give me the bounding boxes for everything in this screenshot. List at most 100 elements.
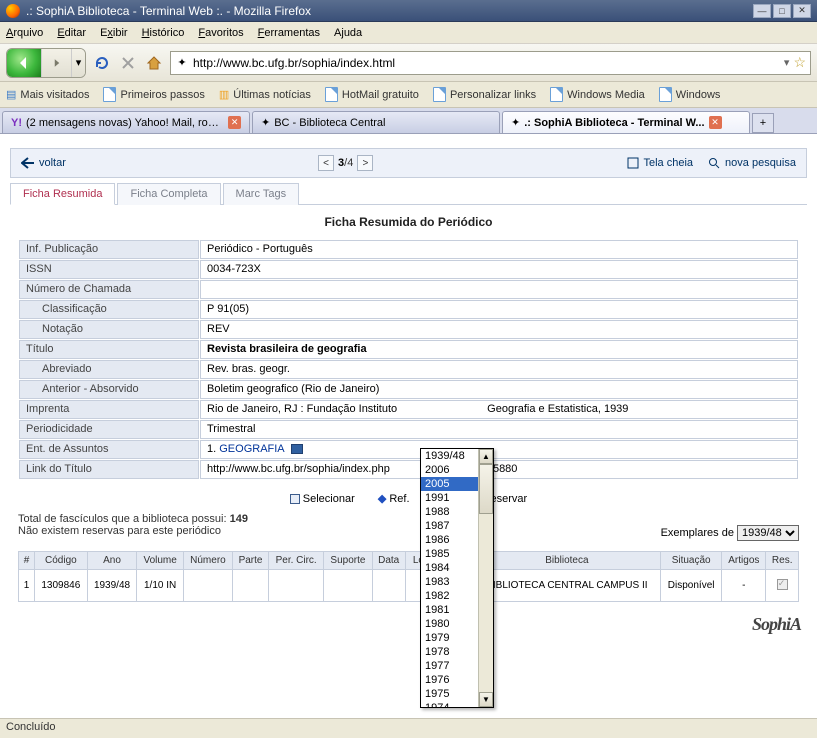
scrollbar[interactable]: ▲ ▼ (478, 449, 493, 707)
reserve-checkbox[interactable] (777, 579, 788, 590)
table-row: 1 1309846 1939/48 1/10 IN BIBLIOTECA CEN… (19, 570, 799, 602)
browser-tab[interactable]: ✦.: SophiA Biblioteca - Terminal W...✕ (502, 111, 750, 133)
url-bar[interactable]: ✦ ▾ ☆ (170, 51, 811, 75)
dropdown-icon[interactable]: ▾ (784, 56, 790, 69)
yahoo-icon: Y! (11, 117, 22, 129)
window-title: .: SophiA Biblioteca - Terminal Web :. -… (26, 4, 311, 18)
field-value: Boletim geografico (Rio de Janeiro) (200, 380, 798, 399)
year-select[interactable]: 1939/48 (737, 525, 799, 541)
field-label: Número de Chamada (19, 280, 199, 299)
close-icon[interactable]: ✕ (228, 116, 241, 129)
menu-item[interactable]: Arquivo (6, 27, 43, 39)
bookmark-item[interactable]: Primeiros passos (103, 87, 204, 102)
nav-combo: ▾ (6, 48, 86, 78)
browser-tab[interactable]: Y!(2 mensagens novas) Yahoo! Mail, rose.… (2, 111, 250, 133)
select-icon (290, 494, 300, 504)
col-header: Situação (661, 552, 722, 570)
bookmark-item[interactable]: Windows Media (550, 87, 645, 102)
back-arrow-icon (21, 157, 35, 169)
field-value: Trimestral (200, 420, 798, 439)
col-header: Res. (766, 552, 799, 570)
firefox-icon (6, 4, 20, 18)
field-label: Título (19, 340, 199, 359)
menu-item[interactable]: Favoritos (198, 27, 243, 39)
tab-marc-tags[interactable]: Marc Tags (223, 183, 300, 205)
stop-button[interactable] (118, 53, 138, 73)
scroll-up-button[interactable]: ▲ (479, 449, 493, 464)
bookmark-item[interactable]: Windows (659, 87, 721, 102)
reload-button[interactable] (92, 53, 112, 73)
col-header: Volume (137, 552, 184, 570)
tab-ficha-resumida[interactable]: Ficha Resumida (10, 183, 115, 205)
subject-link[interactable]: GEOGRAFIA (219, 443, 284, 455)
bookmark-item[interactable]: HotMail gratuito (325, 87, 419, 102)
bookmark-item[interactable]: ▥Últimas notícias (219, 88, 311, 101)
menu-item[interactable]: Histórico (142, 27, 185, 39)
col-header: Biblioteca (473, 552, 660, 570)
pager-next[interactable]: > (357, 155, 373, 171)
action-row: Selecionar ◆ Ref. Reservar (18, 492, 799, 505)
status-bar: Concluído (0, 718, 817, 738)
col-header: Número (183, 552, 232, 570)
minimize-button[interactable]: — (753, 4, 771, 18)
history-dropdown[interactable]: ▾ (71, 49, 85, 77)
field-value: Revista brasileira de geografia (200, 340, 798, 359)
bookmark-item[interactable]: Personalizar links (433, 87, 536, 102)
nav-toolbar: ▾ ✦ ▾ ☆ (0, 44, 817, 82)
field-value: 1. GEOGRAFIA (200, 440, 798, 459)
field-label: Anterior - Absorvido (19, 380, 199, 399)
close-button[interactable]: ✕ (793, 4, 811, 18)
year-dropdown-list[interactable]: 1939/48200620051991198819871986198519841… (420, 448, 494, 708)
col-header: # (19, 552, 35, 570)
col-header: Artigos (722, 552, 766, 570)
fullscreen-link[interactable]: Tela cheia (626, 157, 694, 169)
col-header: Suporte (324, 552, 372, 570)
field-label: Periodicidade (19, 420, 199, 439)
site-favicon: ✦ (175, 56, 189, 70)
url-input[interactable] (193, 53, 780, 73)
back-link[interactable]: voltar (21, 157, 66, 169)
field-label: ISSN (19, 260, 199, 279)
window-buttons: — □ ✕ (753, 4, 811, 18)
sophia-logo: SophiA (10, 610, 807, 639)
bookmarks-bar: ▤Mais visitados Primeiros passos ▥Última… (0, 82, 817, 108)
col-header: Parte (232, 552, 268, 570)
pager: < 3/4 > (318, 155, 373, 171)
pager-prev[interactable]: < (318, 155, 334, 171)
col-header: Código (35, 552, 88, 570)
close-icon[interactable]: ✕ (709, 116, 722, 129)
tag-icon: ◆ (378, 493, 386, 505)
scroll-thumb[interactable] (479, 464, 493, 514)
field-label: Classificação (19, 300, 199, 319)
menu-item[interactable]: Exibir (100, 27, 128, 39)
forward-button[interactable] (41, 49, 71, 77)
new-tab-button[interactable]: + (752, 113, 774, 133)
menu-item[interactable]: Ajuda (334, 27, 362, 39)
site-icon: ✦ (511, 116, 520, 129)
field-value: http://www.bc.ufg.br/sophia/index.phpia=… (200, 460, 798, 479)
bookmark-item[interactable]: ▤Mais visitados (6, 88, 89, 101)
maximize-button[interactable]: □ (773, 4, 791, 18)
field-value: Rio de Janeiro, RJ : Fundação InstitutoG… (200, 400, 798, 419)
browser-tab[interactable]: ✦BC - Biblioteca Central (252, 111, 500, 133)
book-icon[interactable] (291, 444, 303, 454)
record-heading: Ficha Resumida do Periódico (18, 215, 799, 229)
bookmark-star-icon[interactable]: ☆ (793, 54, 806, 71)
search-icon (707, 157, 721, 169)
col-header: Per. Circ. (269, 552, 324, 570)
field-value: Periódico - Português (200, 240, 798, 259)
site-icon: ✦ (261, 116, 270, 129)
scroll-down-button[interactable]: ▼ (479, 692, 493, 707)
record-table: Inf. PublicaçãoPeriódico - Português ISS… (18, 239, 799, 480)
tab-ficha-completa[interactable]: Ficha Completa (117, 183, 220, 205)
home-button[interactable] (144, 53, 164, 73)
select-action[interactable]: Selecionar (290, 493, 355, 505)
back-button[interactable] (7, 49, 41, 77)
fullscreen-icon (626, 157, 640, 169)
field-label: Notação (19, 320, 199, 339)
menu-item[interactable]: Editar (57, 27, 86, 39)
record-tabs: Ficha Resumida Ficha Completa Marc Tags (10, 182, 807, 205)
new-search-link[interactable]: nova pesquisa (707, 157, 796, 169)
col-header: Ano (87, 552, 137, 570)
menu-item[interactable]: Ferramentas (258, 27, 320, 39)
